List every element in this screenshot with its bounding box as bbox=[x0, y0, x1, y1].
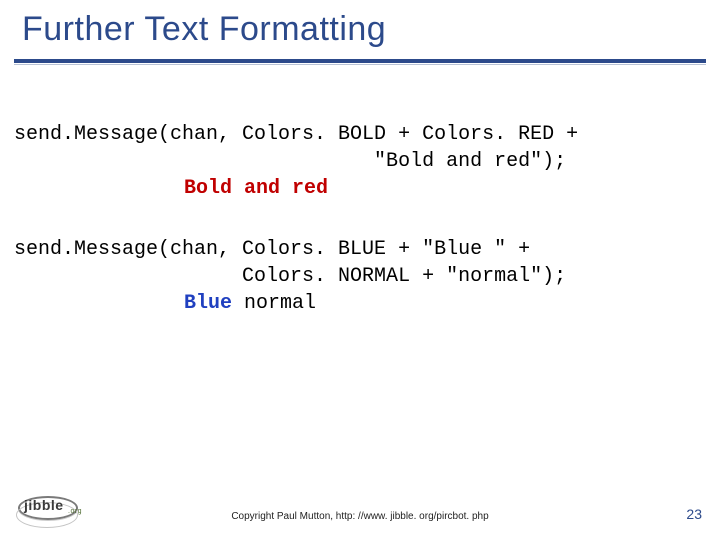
footer: jibble .org Copyright Paul Mutton, http:… bbox=[0, 488, 720, 528]
title-rule bbox=[14, 59, 706, 63]
result-bold-red: Bold and red bbox=[184, 177, 328, 200]
code-line: send.Message(chan, Colors. BLUE + "Blue … bbox=[14, 236, 700, 263]
slide-body: send.Message(chan, Colors. BOLD + Colors… bbox=[0, 63, 720, 317]
slide-title: Further Text Formatting bbox=[22, 10, 706, 49]
code-result-line: Bold and red bbox=[14, 175, 700, 202]
code-line: "Bold and red"); bbox=[14, 148, 700, 175]
title-rule-wrap bbox=[0, 59, 720, 63]
copyright-text: Copyright Paul Mutton, http: //www. jibb… bbox=[0, 511, 720, 522]
code-block-1: send.Message(chan, Colors. BOLD + Colors… bbox=[14, 121, 700, 202]
slide: Further Text Formatting send.Message(cha… bbox=[0, 0, 720, 540]
result-blue: Blue bbox=[184, 292, 244, 315]
code-result-line: Blue normal bbox=[14, 290, 700, 317]
page-number: 23 bbox=[686, 506, 702, 522]
title-area: Further Text Formatting bbox=[0, 0, 720, 55]
result-normal: normal bbox=[244, 292, 316, 315]
code-line: send.Message(chan, Colors. BOLD + Colors… bbox=[14, 121, 700, 148]
code-block-2: send.Message(chan, Colors. BLUE + "Blue … bbox=[14, 236, 700, 317]
code-line: Colors. NORMAL + "normal"); bbox=[14, 263, 700, 290]
